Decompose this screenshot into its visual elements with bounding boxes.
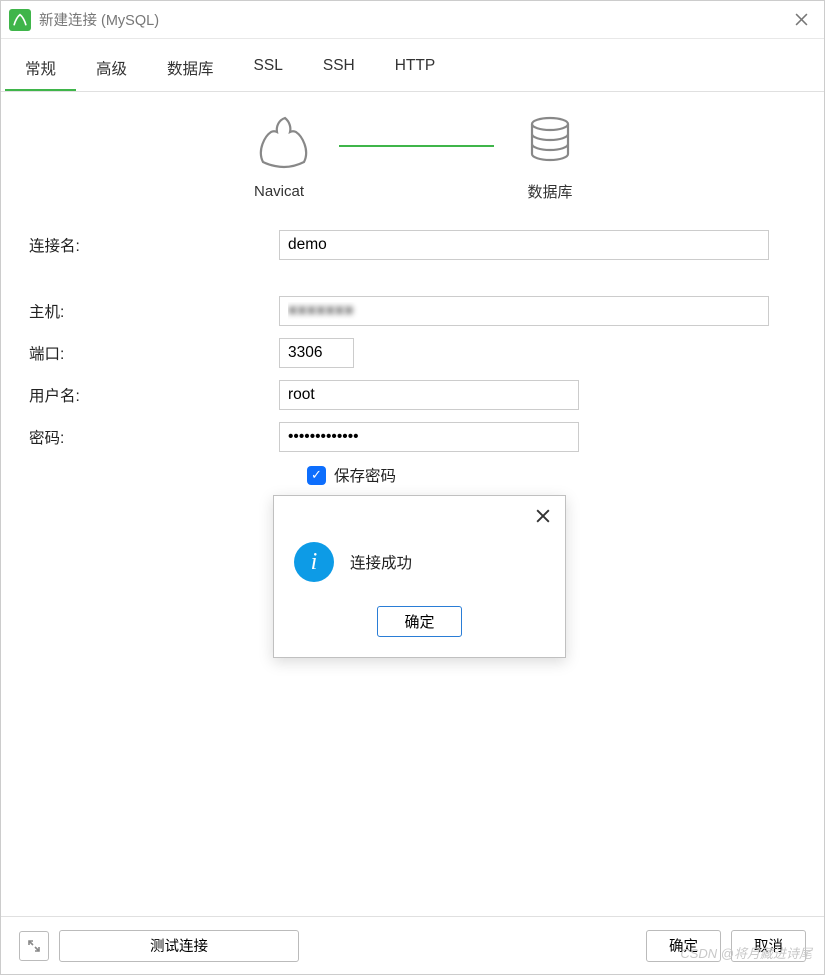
dialog-window: 新建连接 (MySQL) 常规 高级 数据库 SSL SSH HTTP Navi…: [0, 0, 825, 975]
password-label: 密码:: [29, 426, 279, 448]
modal-close-icon[interactable]: [531, 504, 555, 528]
database-icon: [522, 112, 578, 173]
cancel-button[interactable]: 取消: [731, 930, 806, 962]
host-input[interactable]: [279, 296, 769, 326]
password-input[interactable]: [279, 422, 579, 452]
save-password-label: 保存密码: [334, 464, 396, 486]
host-label: 主机:: [29, 300, 279, 322]
title-bar: 新建连接 (MySQL): [1, 1, 824, 39]
info-icon: i: [294, 542, 334, 582]
modal-message: 连接成功: [350, 551, 412, 573]
test-connection-button[interactable]: 测试连接: [59, 930, 299, 962]
form: 连接名: 主机: 端口: 用户名: 密码: ✓ 保存密码: [1, 212, 824, 504]
app-icon: [9, 9, 31, 31]
modal-ok-button[interactable]: 确定: [377, 606, 461, 637]
tab-http[interactable]: HTTP: [375, 49, 455, 91]
username-label: 用户名:: [29, 384, 279, 406]
tab-ssh[interactable]: SSH: [303, 49, 375, 91]
username-input[interactable]: [279, 380, 579, 410]
port-input[interactable]: [279, 338, 354, 368]
ok-button[interactable]: 确定: [646, 930, 721, 962]
window-title: 新建连接 (MySQL): [39, 9, 786, 30]
navicat-icon: [247, 114, 311, 175]
message-dialog: i 连接成功 确定: [273, 495, 566, 658]
navicat-label: Navicat: [247, 183, 311, 200]
tabs: 常规 高级 数据库 SSL SSH HTTP: [1, 39, 824, 92]
connection-illustration: Navicat 数据库: [1, 92, 824, 212]
connection-name-input[interactable]: [279, 230, 769, 260]
tab-database[interactable]: 数据库: [147, 49, 234, 91]
connection-name-label: 连接名:: [29, 234, 279, 256]
tab-general[interactable]: 常规: [5, 49, 76, 91]
save-password-checkbox[interactable]: ✓: [307, 466, 326, 485]
port-label: 端口:: [29, 342, 279, 364]
dialog-footer: 测试连接 确定 取消: [1, 916, 824, 974]
database-label: 数据库: [522, 181, 578, 202]
connection-line: [339, 145, 494, 147]
tab-ssl[interactable]: SSL: [234, 49, 303, 91]
close-icon[interactable]: [786, 5, 816, 35]
tab-advanced[interactable]: 高级: [76, 49, 147, 91]
expand-icon[interactable]: [19, 931, 49, 961]
